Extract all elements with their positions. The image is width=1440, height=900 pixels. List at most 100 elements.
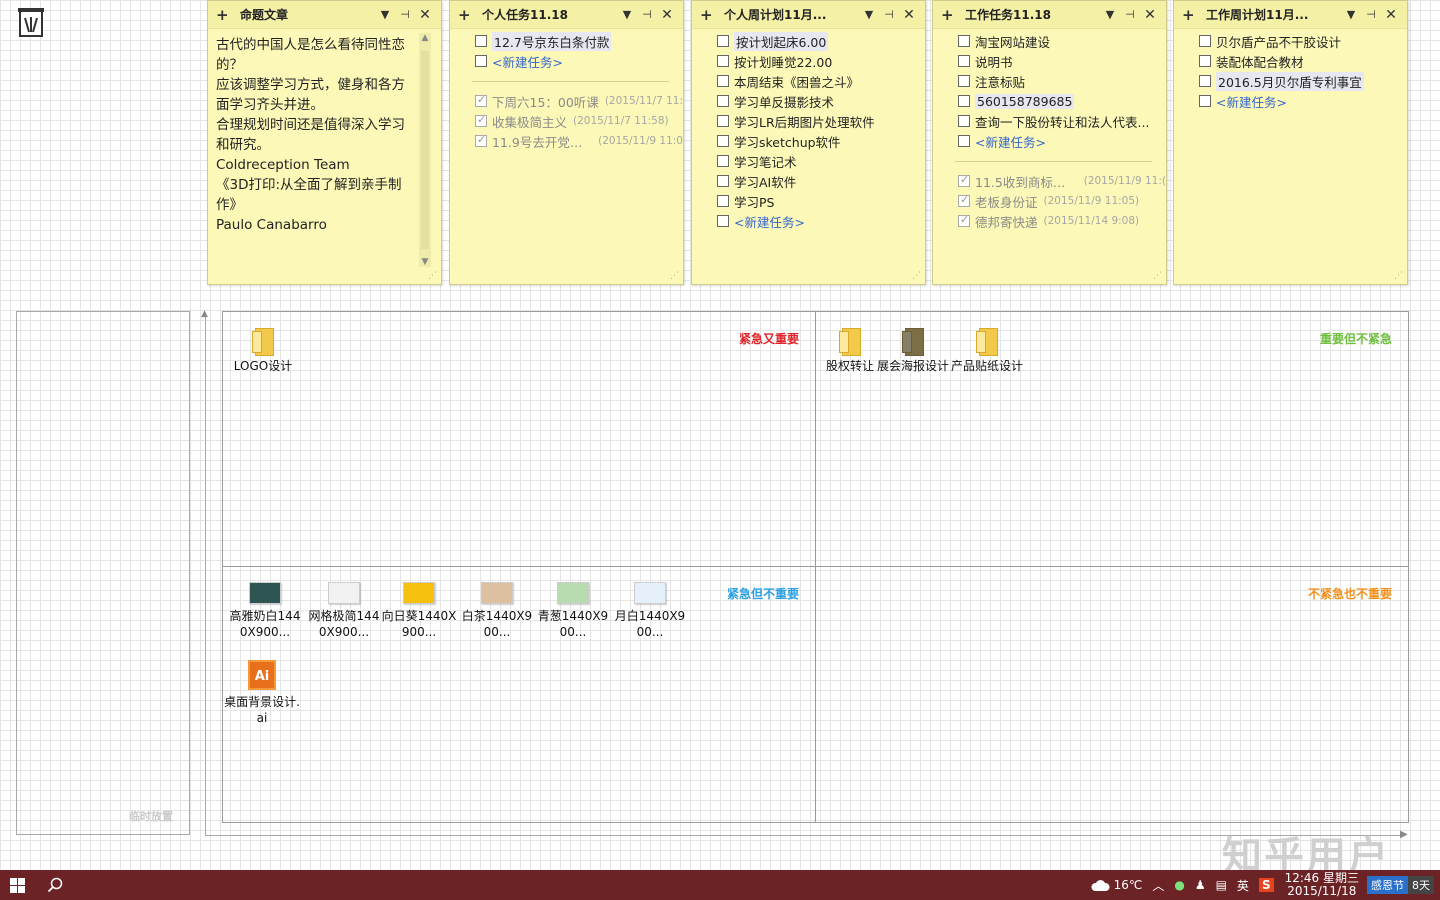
close-icon[interactable]: ✕ <box>415 7 435 23</box>
new-task-item[interactable]: <新建任务> <box>1174 91 1407 111</box>
task-checkbox[interactable] <box>717 215 729 227</box>
task-item[interactable]: 说明书 <box>933 51 1166 71</box>
resize-grip-icon[interactable]: ⋰ <box>670 271 679 281</box>
task-checkbox[interactable] <box>958 55 970 67</box>
task-checkbox[interactable] <box>717 135 729 147</box>
pin-icon[interactable]: ⊣ <box>637 8 657 21</box>
task-checkbox[interactable] <box>958 95 970 107</box>
dropdown-icon[interactable]: ▼ <box>1100 8 1120 21</box>
desktop-icon-wallpaper[interactable]: 月白1440X900... <box>612 582 688 640</box>
pin-icon[interactable]: ⊣ <box>879 8 899 21</box>
dropdown-icon[interactable]: ▼ <box>859 8 879 21</box>
task-item[interactable]: 学习PS <box>692 191 925 211</box>
new-task-item[interactable]: <新建任务> <box>450 51 683 71</box>
close-icon[interactable]: ✕ <box>1381 7 1401 23</box>
dropdown-icon[interactable]: ▼ <box>375 8 395 21</box>
ime-indicator[interactable]: 英 <box>1237 877 1249 894</box>
close-icon[interactable]: ✕ <box>1140 7 1160 23</box>
task-item[interactable]: 学习LR后期图片处理软件 <box>692 111 925 131</box>
task-checkbox-checked[interactable] <box>475 133 487 147</box>
search-button[interactable] <box>42 870 68 900</box>
task-item[interactable]: 注意标贴 <box>933 71 1166 91</box>
sticky-note-work-weekly[interactable]: + 工作周计划11月... ▼ ⊣ ✕ 贝尔盾产品不干胶设计 装配体配合教材 2… <box>1173 0 1408 285</box>
task-item[interactable]: 按计划起床6.00 <box>692 31 925 51</box>
temp-placement-box[interactable]: 临时放置 <box>16 311 190 835</box>
quadrant-not-urgent-not-important[interactable]: 不紧急也不重要 <box>815 566 1409 823</box>
task-item[interactable]: 学习单反摄影技术 <box>692 91 925 111</box>
done-task-item[interactable]: 11.5收到商标续展(2015/11/9 11:( <box>933 171 1166 191</box>
task-checkbox[interactable] <box>1199 35 1211 47</box>
desktop-icon-ai-file[interactable]: Ai 桌面背景设计.ai <box>224 660 300 726</box>
done-task-item[interactable]: 收集极简主义(2015/11/7 11:58) <box>450 111 683 131</box>
task-item[interactable]: 学习笔记术 <box>692 151 925 171</box>
done-task-item[interactable]: 下周六15：00听课(2015/11/7 11: <box>450 91 683 111</box>
task-checkbox[interactable] <box>1199 55 1211 67</box>
task-checkbox-checked[interactable] <box>958 213 970 227</box>
done-task-item[interactable]: 老板身份证(2015/11/9 11:05) <box>933 191 1166 211</box>
pin-icon[interactable]: ⊣ <box>1361 8 1381 21</box>
new-task-item[interactable]: <新建任务> <box>933 131 1166 151</box>
task-checkbox[interactable] <box>717 175 729 187</box>
task-item[interactable]: 查询一下股份转让和法人代表... <box>933 111 1166 131</box>
desktop-icon-wallpaper[interactable]: 网格极简1440X900... <box>306 582 382 640</box>
message-icon[interactable]: ▤ <box>1216 878 1227 892</box>
done-task-item[interactable]: 德邦寄快递(2015/11/14 9:08) <box>933 211 1166 231</box>
dropdown-icon[interactable]: ▼ <box>1341 8 1361 21</box>
wechat-icon[interactable]: ● <box>1174 878 1184 892</box>
add-note-button[interactable]: + <box>941 6 959 24</box>
task-checkbox[interactable] <box>475 55 487 67</box>
done-task-item[interactable]: 11.9号去开党员会(2015/11/9 11:0 <box>450 131 683 151</box>
new-task-item[interactable]: <新建任务> <box>692 211 925 231</box>
task-checkbox[interactable] <box>1199 75 1211 87</box>
close-icon[interactable]: ✕ <box>657 7 677 23</box>
task-item[interactable]: 装配体配合教材 <box>1174 51 1407 71</box>
desktop-icon-wallpaper[interactable]: 白茶1440X900... <box>459 582 535 640</box>
task-item[interactable]: 12.7号京东白条付款 <box>450 31 683 51</box>
task-item[interactable]: 2016.5月贝尔盾专利事宜 <box>1174 71 1407 91</box>
add-note-button[interactable]: + <box>216 6 234 24</box>
task-checkbox[interactable] <box>717 115 729 127</box>
resize-grip-icon[interactable]: ⋰ <box>912 271 921 281</box>
task-checkbox[interactable] <box>717 35 729 47</box>
holiday-badge[interactable]: 感恩节 <box>1367 876 1408 894</box>
task-item[interactable]: 按计划睡觉22.00 <box>692 51 925 71</box>
sticky-note-articles[interactable]: + 命题文章 ▼ ⊣ ✕ 古代的中国人是怎么看待同性恋的？ 应该调整学习方式，健… <box>207 0 442 285</box>
add-note-button[interactable]: + <box>458 6 476 24</box>
scroll-thumb[interactable] <box>421 51 429 249</box>
desktop-icon-wallpaper[interactable]: 高雅奶白1440X900... <box>227 582 303 640</box>
desktop-icon-wallpaper[interactable]: 青葱1440X900... <box>535 582 611 640</box>
dropdown-icon[interactable]: ▼ <box>617 8 637 21</box>
task-checkbox[interactable] <box>958 35 970 47</box>
sogou-icon[interactable]: S <box>1258 878 1274 892</box>
task-checkbox-checked[interactable] <box>958 193 970 207</box>
recycle-bin-icon[interactable] <box>17 6 45 38</box>
task-checkbox[interactable] <box>717 155 729 167</box>
note-text-body[interactable]: 古代的中国人是怎么看待同性恋的？ 应该调整学习方式，健身和各方面学习齐头并进。 … <box>216 35 433 235</box>
task-item[interactable]: 本周结束《困兽之斗》 <box>692 71 925 91</box>
resize-grip-icon[interactable]: ⋰ <box>428 271 437 281</box>
quadrant-urgent-important[interactable]: 紧急又重要 <box>222 311 816 567</box>
pin-icon[interactable]: ⊣ <box>395 8 415 21</box>
desktop-icon-expo-folder[interactable]: 展会海报设计 <box>875 328 951 374</box>
task-checkbox[interactable] <box>717 195 729 207</box>
scroll-down-icon[interactable]: ▼ <box>419 257 431 267</box>
desktop-icon-logo-folder[interactable]: LOGO设计 <box>225 328 301 374</box>
start-button[interactable] <box>0 870 34 900</box>
desktop-icon-product-folder[interactable]: 产品贴纸设计 <box>949 328 1025 374</box>
close-icon[interactable]: ✕ <box>899 7 919 23</box>
task-item[interactable]: 学习AI软件 <box>692 171 925 191</box>
task-item[interactable]: 淘宝网站建设 <box>933 31 1166 51</box>
add-note-button[interactable]: + <box>700 6 718 24</box>
qq-icon[interactable]: ♟ <box>1195 878 1206 892</box>
task-checkbox[interactable] <box>717 55 729 67</box>
task-checkbox[interactable] <box>717 95 729 107</box>
task-item[interactable]: 贝尔盾产品不干胶设计 <box>1174 31 1407 51</box>
desktop-icon-wallpaper[interactable]: 向日葵1440X900... <box>381 582 457 640</box>
task-checkbox[interactable] <box>717 75 729 87</box>
scroll-up-icon[interactable]: ▲ <box>419 33 431 43</box>
task-checkbox[interactable] <box>475 35 487 47</box>
task-checkbox[interactable] <box>958 75 970 87</box>
pin-icon[interactable]: ⊣ <box>1120 8 1140 21</box>
note-scrollbar[interactable]: ▲ ▼ <box>419 33 431 267</box>
task-checkbox[interactable] <box>1199 95 1211 107</box>
